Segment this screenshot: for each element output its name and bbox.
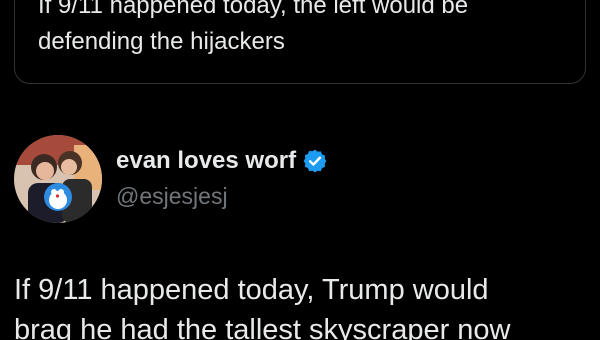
avatar-photo	[14, 135, 102, 223]
author-names: evan loves worf @esjesjesj	[116, 146, 328, 212]
verified-badge-icon[interactable]	[302, 148, 328, 174]
tweet-text: If 9/11 happened today, Trump would brag…	[14, 274, 511, 340]
quoted-tweet-text: If 9/11 happened today, the left would b…	[38, 0, 469, 55]
name-row: evan loves worf	[116, 146, 328, 176]
author-handle[interactable]: @esjesjesj	[116, 180, 328, 212]
tweet-author: evan loves worf @esjesjesj	[14, 134, 328, 224]
tweet-screen: If 9/11 happened today, the left would b…	[0, 0, 600, 340]
display-name[interactable]: evan loves worf	[116, 146, 296, 176]
avatar[interactable]	[14, 135, 102, 223]
